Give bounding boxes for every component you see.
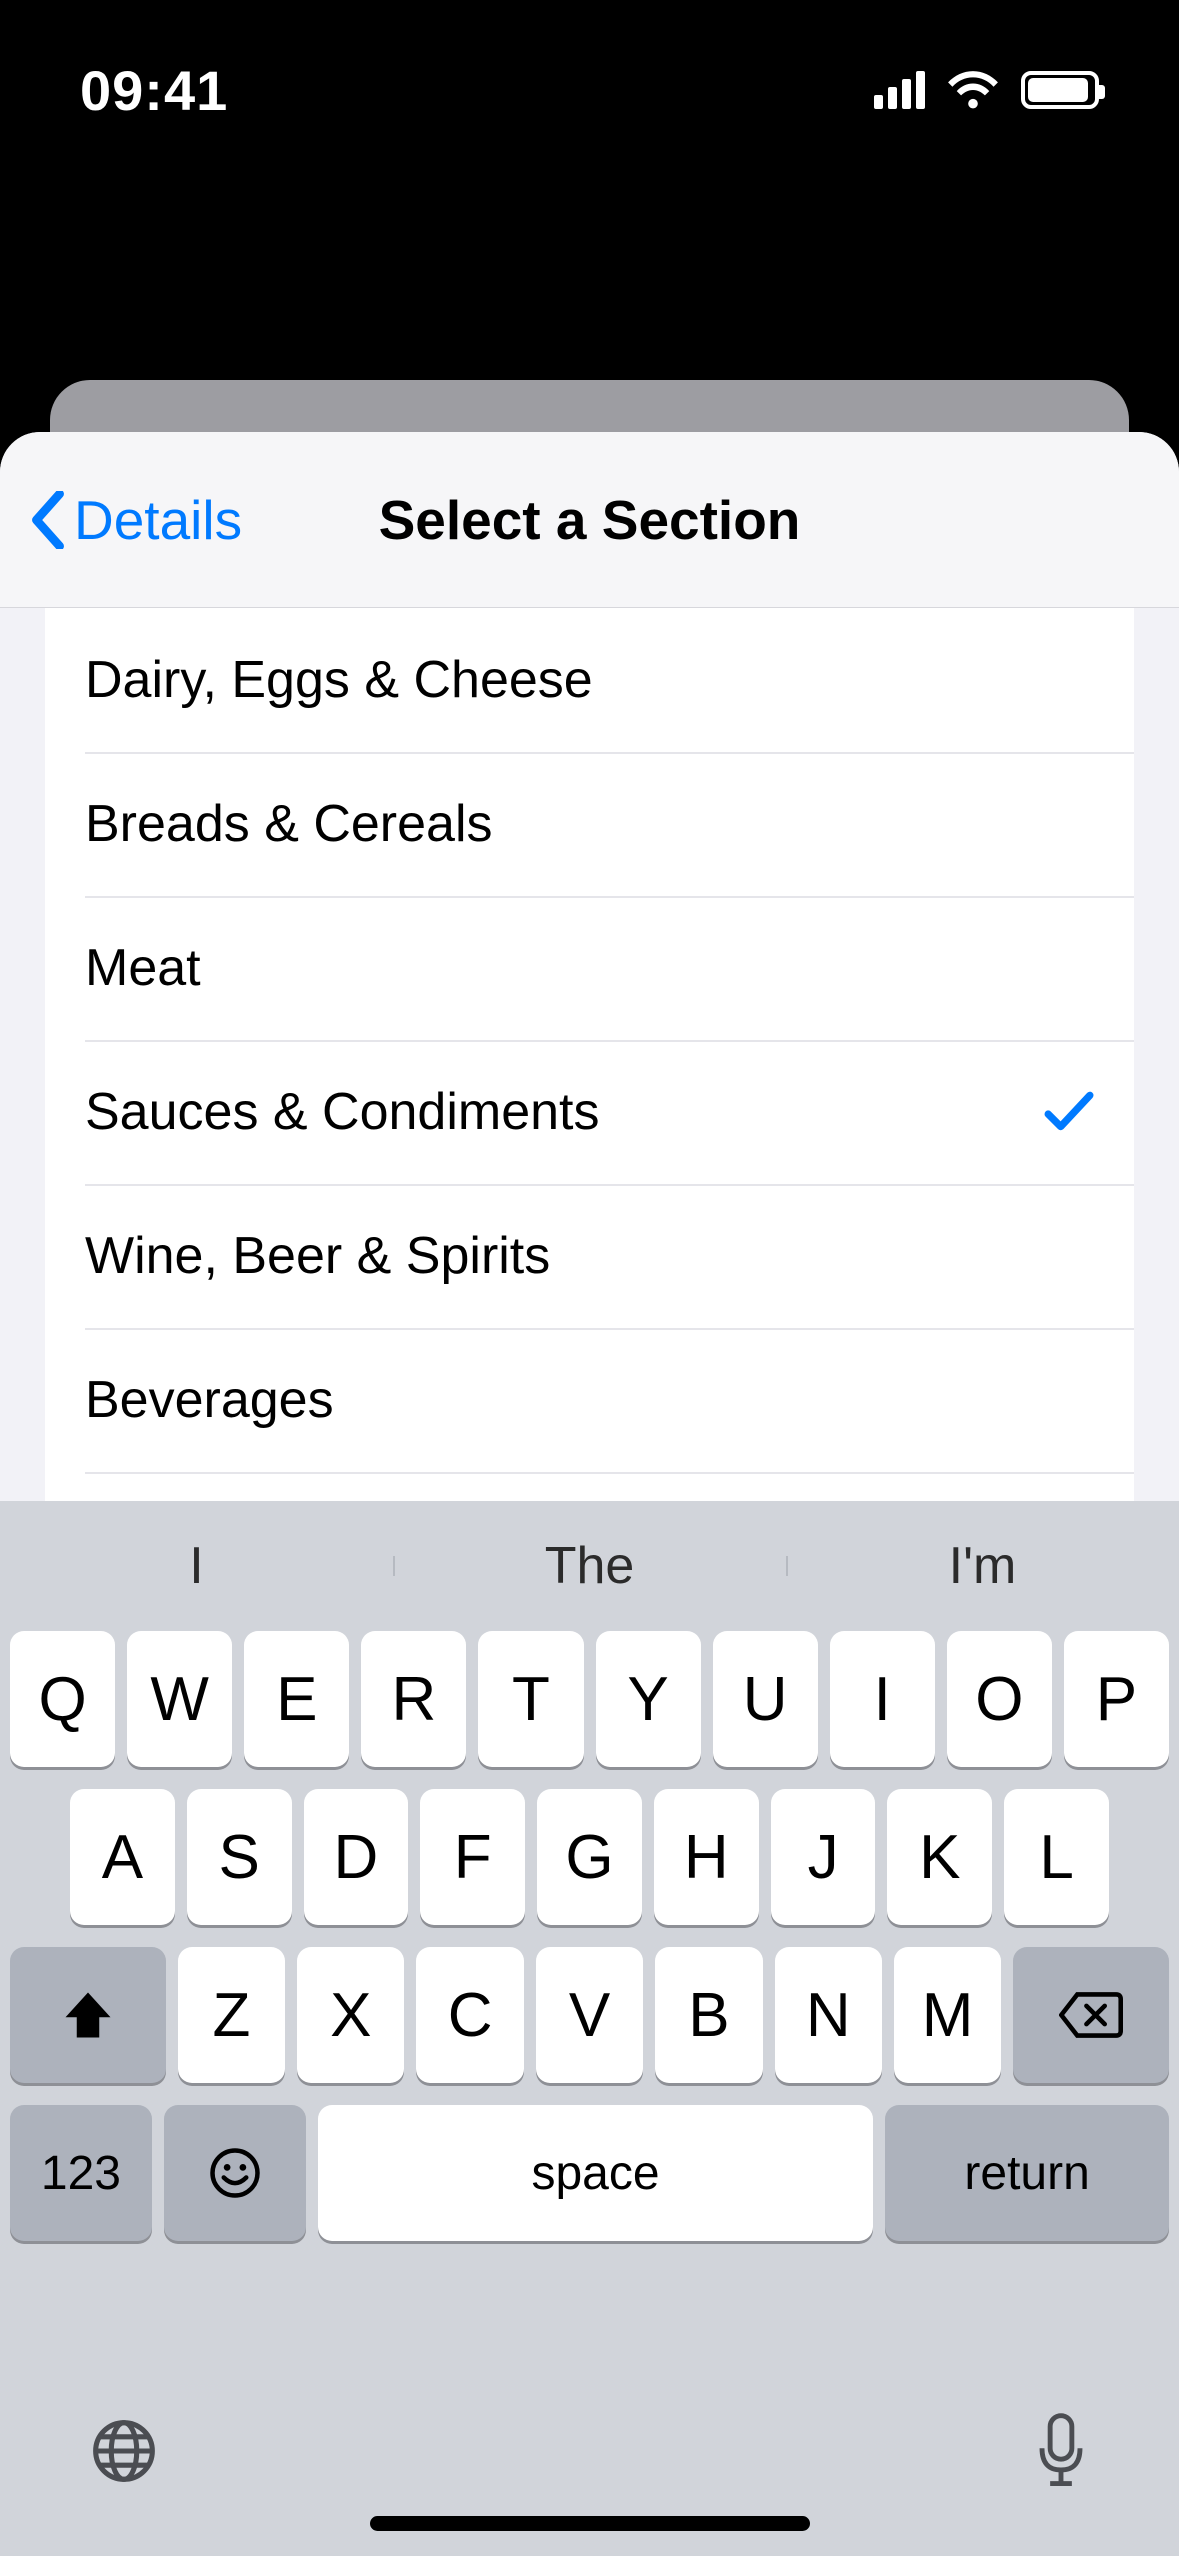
space-key[interactable]: space [318,2105,873,2241]
backspace-icon [1059,1992,1123,2038]
key-u[interactable]: U [713,1631,818,1767]
key-g[interactable]: G [537,1789,642,1925]
shift-key[interactable] [10,1947,166,2083]
key-o[interactable]: O [947,1631,1052,1767]
key-y[interactable]: Y [596,1631,701,1767]
backspace-key[interactable] [1013,1947,1169,2083]
suggestion-2[interactable]: The [393,1536,786,1596]
key-w[interactable]: W [127,1631,232,1767]
suggestion-1[interactable]: I [0,1536,393,1596]
key-i[interactable]: I [830,1631,935,1767]
back-button[interactable]: Details [30,432,242,607]
section-label: Beverages [85,1370,334,1430]
microphone-icon[interactable] [1033,2413,1089,2489]
section-label: Dairy, Eggs & Cheese [85,650,593,710]
key-p[interactable]: P [1064,1631,1169,1767]
key-m[interactable]: M [894,1947,1001,2083]
status-time: 09:41 [80,58,228,123]
navigation-bar: Details Select a Section [0,432,1179,608]
key-e[interactable]: E [244,1631,349,1767]
numbers-key[interactable]: 123 [10,2105,152,2241]
shift-icon [61,1990,115,2040]
key-d[interactable]: D [304,1789,409,1925]
wifi-icon [947,70,999,110]
section-row-breads[interactable]: Breads & Cereals [45,752,1134,896]
emoji-icon [208,2146,262,2200]
checkmark-icon [1044,1090,1094,1134]
status-bar: 09:41 [0,0,1179,180]
globe-icon[interactable] [90,2417,158,2485]
software-keyboard: I The I'm Q W E R T Y U I O P A S D F G … [0,1501,1179,2556]
key-a[interactable]: A [70,1789,175,1925]
key-f[interactable]: F [420,1789,525,1925]
key-n[interactable]: N [775,1947,882,2083]
key-c[interactable]: C [416,1947,523,2083]
key-r[interactable]: R [361,1631,466,1767]
section-row-sauces[interactable]: Sauces & Condiments [45,1040,1134,1184]
return-key[interactable]: return [885,2105,1169,2241]
key-z[interactable]: Z [178,1947,285,2083]
key-k[interactable]: K [887,1789,992,1925]
back-label: Details [74,488,242,552]
battery-icon [1021,71,1099,109]
page-title: Select a Section [379,488,801,552]
section-label: Sauces & Condiments [85,1082,600,1142]
key-l[interactable]: L [1004,1789,1109,1925]
section-row-dairy[interactable]: Dairy, Eggs & Cheese [45,608,1134,752]
key-x[interactable]: X [297,1947,404,2083]
key-j[interactable]: J [771,1789,876,1925]
section-row-meat[interactable]: Meat [45,896,1134,1040]
section-label: Breads & Cereals [85,794,493,854]
section-label: Meat [85,938,201,998]
key-t[interactable]: T [478,1631,583,1767]
home-indicator[interactable] [370,2516,810,2531]
key-s[interactable]: S [187,1789,292,1925]
section-row-beverages[interactable]: Beverages [45,1328,1134,1472]
cellular-signal-icon [874,71,925,109]
emoji-key[interactable] [164,2105,306,2241]
key-b[interactable]: B [655,1947,762,2083]
chevron-left-icon [30,491,66,549]
key-q[interactable]: Q [10,1631,115,1767]
status-indicators [874,70,1099,110]
section-row-wine[interactable]: Wine, Beer & Spirits [45,1184,1134,1328]
section-label: Wine, Beer & Spirits [85,1226,550,1286]
suggestion-bar: I The I'm [0,1501,1179,1631]
key-v[interactable]: V [536,1947,643,2083]
suggestion-3[interactable]: I'm [786,1536,1179,1596]
key-h[interactable]: H [654,1789,759,1925]
